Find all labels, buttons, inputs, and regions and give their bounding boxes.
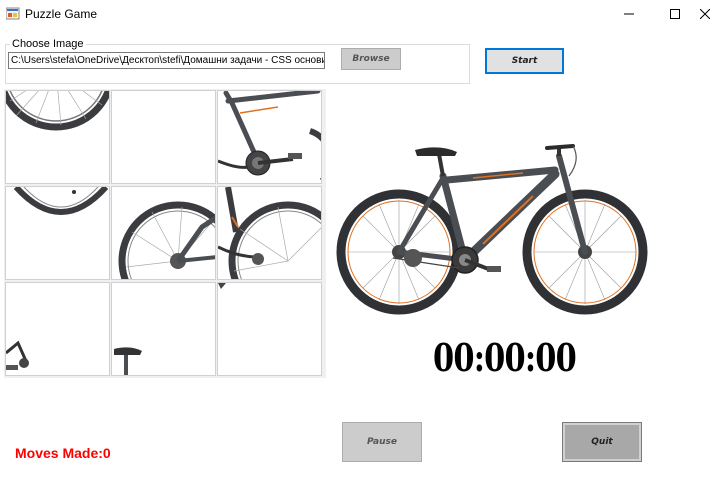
minimize-icon: [624, 13, 634, 15]
quit-button[interactable]: Quit: [562, 422, 642, 462]
puzzle-tile-2[interactable]: [111, 90, 216, 184]
browse-button[interactable]: Browse: [341, 48, 401, 70]
saddle-top-image: [114, 347, 142, 375]
puzzle-tile-5[interactable]: [111, 186, 216, 280]
saddle: [415, 147, 457, 156]
puzzle-grid: [4, 89, 326, 378]
choose-image-legend: Choose Image: [10, 38, 86, 50]
puzzle-tile-4[interactable]: [5, 186, 110, 280]
minimize-button[interactable]: [606, 0, 652, 28]
puzzle-tile-3[interactable]: [217, 90, 322, 184]
bike-preview-image: [336, 144, 648, 315]
close-icon: [700, 9, 710, 19]
moves-counter: Moves Made:0: [15, 445, 111, 461]
close-button[interactable]: [682, 0, 728, 28]
rear-wheel-bottom-image: [13, 187, 109, 215]
puzzle-tile-1[interactable]: [5, 90, 110, 184]
start-button[interactable]: Start: [485, 48, 564, 74]
app-icon: [6, 7, 20, 20]
puzzle-tile-8[interactable]: [111, 282, 216, 376]
frame-crankset-image: [218, 91, 321, 181]
image-path-field[interactable]: C:\Users\stefa\OneDrive\Десктоп\stefi\До…: [8, 52, 325, 69]
tile-fragment-image: [218, 283, 226, 289]
bike-frame: [396, 153, 588, 265]
rear-wheel-hub-image: [118, 201, 215, 279]
puzzle-tile-6[interactable]: [217, 186, 322, 280]
puzzle-tile-7[interactable]: [5, 282, 110, 376]
pedal-corner-image: [6, 340, 29, 370]
window-title: Puzzle Game: [25, 7, 98, 21]
rear-wheel-top-image: [6, 91, 109, 131]
title-bar: Puzzle Game: [0, 0, 728, 28]
pause-button[interactable]: Pause: [342, 422, 422, 462]
maximize-icon: [670, 9, 680, 19]
elapsed-timer: 00:00:00: [433, 335, 577, 380]
puzzle-tile-9[interactable]: [217, 282, 322, 376]
front-wheel-fork-image: [218, 187, 321, 279]
